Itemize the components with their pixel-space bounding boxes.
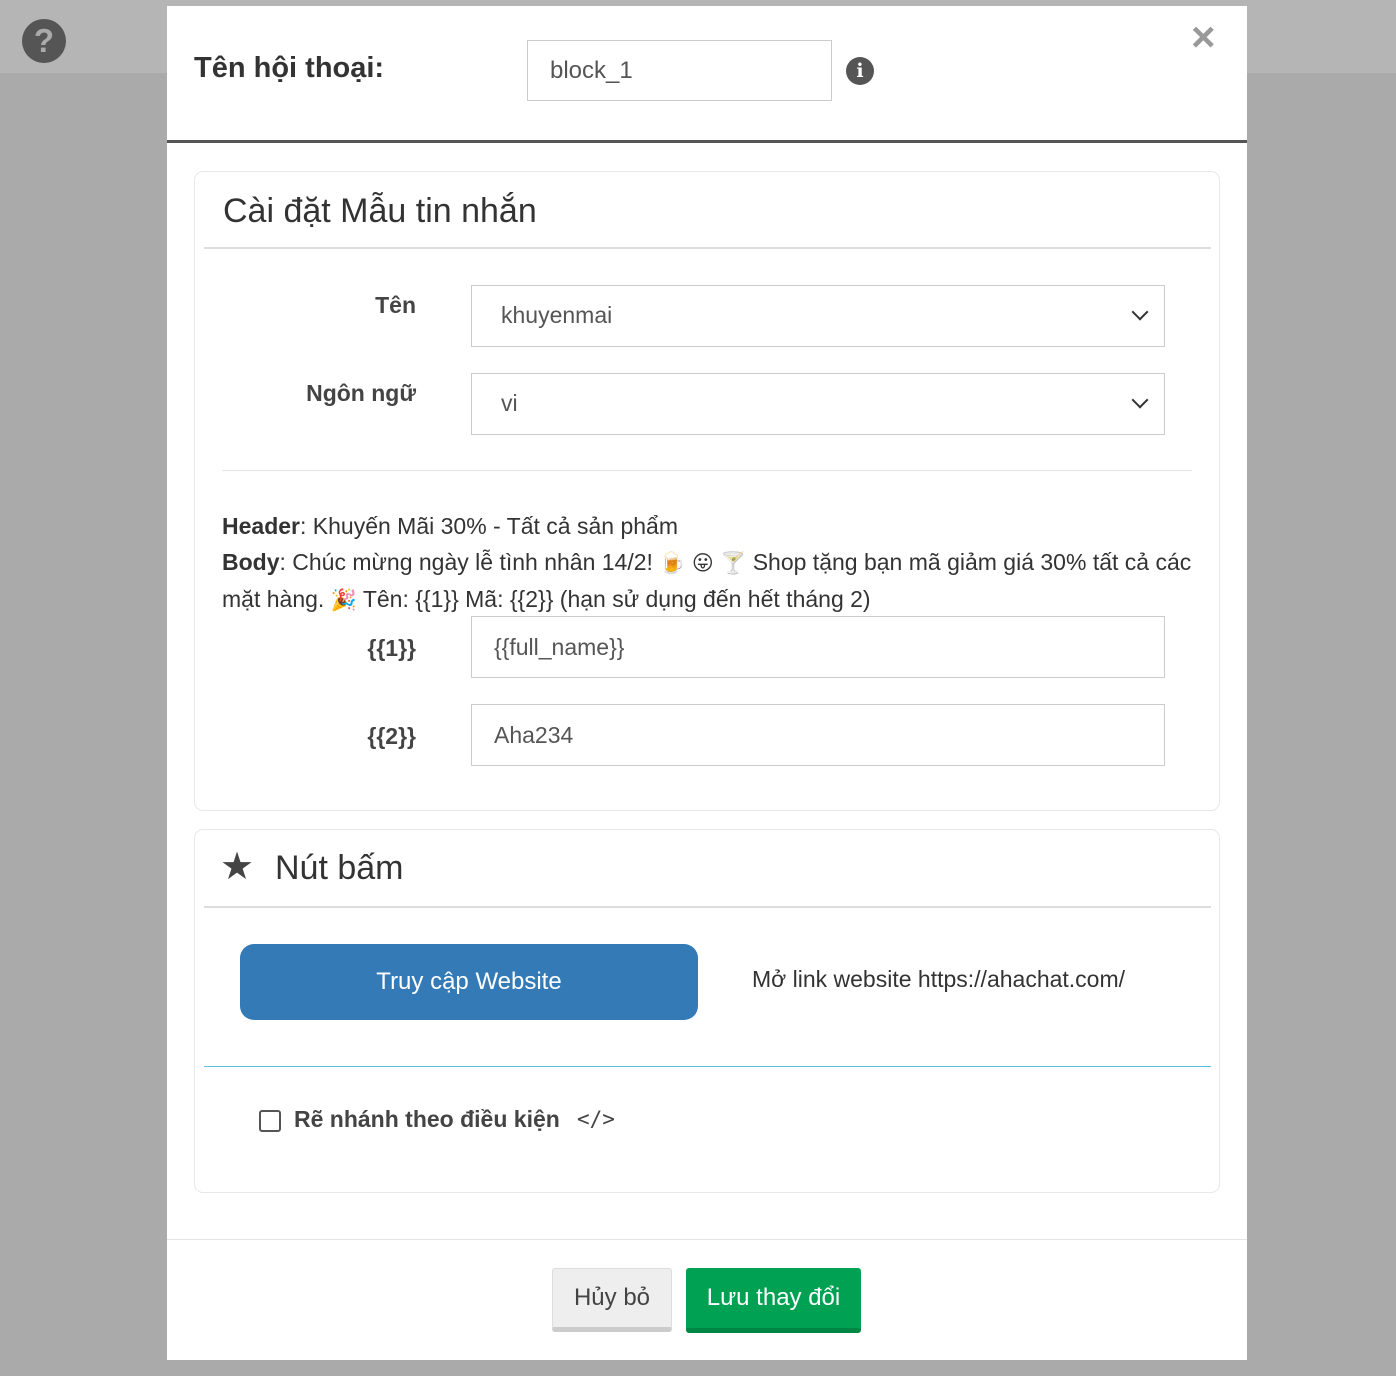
help-question-icon[interactable]: ? (22, 19, 66, 63)
preview-header-label: Header (222, 513, 300, 539)
buttons-panel: ★ Nút bấm Truy cập Website Mở link websi… (194, 829, 1220, 1193)
preview-header-line: Header: Khuyến Mãi 30% - Tất cả sản phẩm (222, 508, 1192, 544)
button-description: Mở link website https://ahachat.com/ (752, 966, 1126, 992)
template-preview: Header: Khuyến Mãi 30% - Tất cả sản phẩm… (222, 508, 1192, 618)
preview-header-text: : Khuyến Mãi 30% - Tất cả sản phẩm (299, 513, 678, 539)
variable-2-input[interactable]: Aha234 (471, 704, 1165, 766)
preview-body-text-1: : Chúc mừng ngày lễ tình nhân 14/2! (279, 549, 660, 575)
close-icon[interactable]: × (1191, 16, 1216, 58)
template-name-label: Tên (375, 292, 416, 318)
save-button[interactable]: Lưu thay đổi (686, 1268, 861, 1333)
tongue-face-emoji-icon: 😛 (691, 551, 714, 575)
preview-body-label: Body (222, 549, 280, 575)
language-label: Ngôn ngữ (306, 380, 416, 406)
dialog-modal: Tên hội thoại: block_1 i × Cài đặt Mẫu t… (167, 6, 1247, 1360)
dialog-name-label: Tên hội thoại: (194, 52, 385, 84)
buttons-panel-title: Nút bấm (275, 849, 404, 887)
preview-body-text-3: Tên: {{1}} Mã: {{2}} (hạn sử dụng đến hế… (356, 586, 871, 612)
variable-2-label: {{2}} (367, 723, 416, 749)
party-popper-emoji-icon: 🎉 (330, 588, 357, 612)
divider (204, 1066, 1211, 1067)
modal-header: Tên hội thoại: block_1 i × (167, 6, 1247, 143)
template-name-value: khuyenmai (501, 302, 613, 328)
info-icon[interactable]: i (846, 57, 874, 85)
chevron-down-icon (1131, 303, 1149, 321)
modal-footer: Hủy bỏ Lưu thay đổi (167, 1239, 1247, 1360)
variable-1-input[interactable]: {{full_name}} (471, 616, 1165, 678)
branch-condition-label[interactable]: Rẽ nhánh theo điều kiện (294, 1106, 560, 1133)
divider (204, 247, 1211, 249)
dialog-name-input[interactable]: block_1 (527, 40, 832, 101)
cancel-button[interactable]: Hủy bỏ (552, 1268, 672, 1332)
star-icon: ★ (220, 846, 255, 888)
language-value: vi (501, 390, 518, 416)
divider (204, 906, 1211, 908)
chevron-down-icon (1131, 391, 1149, 409)
visit-website-button[interactable]: Truy cập Website (240, 944, 698, 1020)
template-panel-title: Cài đặt Mẫu tin nhắn (223, 192, 537, 230)
divider (222, 470, 1192, 471)
template-settings-panel: Cài đặt Mẫu tin nhắn Tên khuyenmai Ngôn … (194, 171, 1220, 811)
language-select[interactable]: vi (471, 373, 1165, 435)
template-name-select[interactable]: khuyenmai (471, 285, 1165, 347)
branch-condition-checkbox[interactable] (259, 1110, 281, 1132)
code-icon[interactable]: </> (577, 1107, 615, 1131)
preview-body-line: Body: Chúc mừng ngày lễ tình nhân 14/2! … (222, 544, 1192, 618)
variable-1-label: {{1}} (367, 635, 416, 661)
beer-emoji-icon: 🍺 (659, 551, 686, 575)
cocktail-emoji-icon: 🍸 (720, 551, 747, 575)
